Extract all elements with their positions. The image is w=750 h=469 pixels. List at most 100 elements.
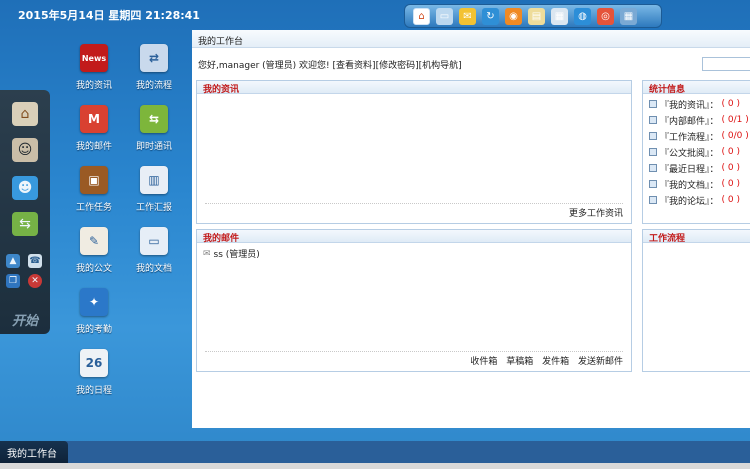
stat-row[interactable]: 『内部邮件』：( 0/1 ) [643,112,750,128]
top-bar: 2015年5月14日 星期四 21:28:41 ⌂ ▭ ✉ ↻ ◉ ▤ ▦ ◍ ◎ ▦ [0,0,750,30]
stat-label: 『工作流程』： [660,132,719,143]
stat-row[interactable]: 『最近日程』：( 0 ) [643,160,750,176]
start-button[interactable]: 开始 [12,310,38,329]
desktop-icon-my-news[interactable]: News 我的资讯 [64,44,124,91]
stat-value: ( 0 ) [721,99,740,109]
stats-panel: 统计信息 『我的资讯』：( 0 ) 『内部邮件』：( 0/1 ) 『工作流程』：( … [642,80,750,224]
drafts-link[interactable]: 草稿箱 [506,357,533,367]
view-profile-link[interactable]: [查看资料] [333,61,376,71]
stat-label: 『我的资讯』： [660,100,719,111]
task-button-workbench[interactable]: 我的工作台 [0,441,68,463]
my-files-icon: ▭ [140,227,168,255]
globe-icon[interactable]: ◍ [574,7,591,25]
stat-icon [649,196,657,204]
status-bar [0,463,750,469]
workbench-window: 我的工作台 您好,manager (管理员) 欢迎您! [查看资料][修改密码]… [192,30,750,428]
refresh-icon[interactable]: ↻ [482,7,499,25]
stat-label: 『最近日程』： [660,164,719,175]
calendar-icon[interactable]: ▦ [551,7,568,25]
my-schedule-icon: 26 [80,349,108,377]
stat-label: 『公文批阅』： [660,148,719,159]
my-news-icon: News [80,44,108,72]
desktop-icon-label: 我的资讯 [75,81,112,91]
stat-value: ( 0/0 ) [721,131,749,141]
stat-row[interactable]: 『我的论坛』：( 0 ) [643,192,750,208]
mail-item-text: ss (管理员) [213,250,260,260]
home-icon[interactable]: ⌂ [413,7,430,25]
mail-panel-title: 我的邮件 [197,230,631,244]
desktop-icon-my-files[interactable]: ▭ 我的文档 [124,227,184,274]
desktop-icon-instant-message[interactable]: ⇆ 即时通讯 [124,105,184,152]
my-mail-icon: M [80,105,108,133]
more-news-link[interactable]: 更多工作资讯 [569,209,623,219]
taskbar: 我的工作台 [0,441,750,463]
stat-icon [649,164,657,172]
stat-value: ( 0 ) [721,147,740,157]
stat-icon [649,132,657,140]
stat-icon [649,100,657,108]
mail-icon[interactable]: ✉ [459,7,476,25]
desktop-icon-label: 我的文档 [135,264,172,274]
work-tasks-icon: ▣ [80,166,108,194]
desktop-icon-label: 我的邮件 [75,142,112,152]
stat-row[interactable]: 『我的文档』：( 0 ) [643,176,750,192]
my-workflow-icon: ⇄ [140,44,168,72]
instant-message-icon: ⇆ [140,105,168,133]
stat-row[interactable]: 『我的资讯』：( 0 ) [643,96,750,112]
desktop-icon-my-documents[interactable]: ✎ 我的公文 [64,227,124,274]
user-avatar-icon[interactable]: ☺ [12,138,38,162]
desktop-icon-my-workflow[interactable]: ⇄ 我的流程 [124,44,184,91]
list-item[interactable]: ✉ ss (管理员) [197,243,631,264]
stats-panel-title: 统计信息 [643,81,750,95]
news-panel-title: 我的资讯 [197,81,631,95]
search-input[interactable] [702,57,750,71]
stat-row[interactable]: 『公文批阅』：( 0 ) [643,144,750,160]
close-icon[interactable]: ✕ [28,274,42,288]
rss-icon[interactable]: ◉ [505,7,522,25]
image-icon[interactable]: ▲ [6,254,20,268]
window-title: 我的工作台 [192,30,750,48]
inbox-link[interactable]: 收件箱 [470,357,497,367]
stat-value: ( 0 ) [721,195,740,205]
news-panel-footer: 更多工作资讯 [205,203,623,219]
mail-panel: 我的邮件 ✉ ss (管理员) 收件箱 草稿箱 发件箱 发送新邮件 [196,229,632,372]
mail-panel-footer: 收件箱 草稿箱 发件箱 发送新邮件 [205,351,623,367]
window-switch-icon[interactable]: ❐ [6,274,20,288]
chat-icon[interactable]: ⇆ [12,212,38,236]
datetime-display: 2015年5月14日 星期四 21:28:41 [18,9,200,22]
notepad-icon[interactable]: ▤ [528,7,545,25]
org-navigation-link[interactable]: [机构导航] [419,61,462,71]
contacts-icon[interactable]: ☻ [12,176,38,200]
desktop-icon-work-tasks[interactable]: ▣ 工作任务 [64,166,124,213]
desktop-icon-label: 我的考勤 [75,325,112,335]
window-icon[interactable]: ▭ [436,7,453,25]
desktop-icon-my-attendance[interactable]: ✦ 我的考勤 [64,288,124,335]
workflow-panel: 工作流程 [642,229,750,372]
stat-label: 『我的论坛』： [660,196,719,207]
desktop-icon-work-report[interactable]: ▥ 工作汇报 [124,166,184,213]
phone-icon[interactable]: ☎ [28,254,42,268]
sent-link[interactable]: 发件箱 [542,357,569,367]
stat-value: ( 0 ) [721,163,740,173]
desktop-icon-my-mail[interactable]: M 我的邮件 [64,105,124,152]
left-dock: ⌂ ☺ ☻ ⇆ ▲ ☎ ❐ ✕ 开始 [0,90,50,334]
desktop-icon-label: 即时通讯 [135,142,172,152]
home-icon[interactable]: ⌂ [12,102,38,126]
stat-value: ( 0 ) [721,179,740,189]
stat-row[interactable]: 『工作流程』：( 0/0 ) [643,128,750,144]
compose-mail-link[interactable]: 发送新邮件 [578,357,623,367]
stat-value: ( 0/1 ) [721,115,749,125]
desktop-icon-label: 我的公文 [75,264,112,274]
stat-icon [649,148,657,156]
my-documents-icon: ✎ [80,227,108,255]
desktop-icon-label: 我的流程 [135,81,172,91]
change-password-link[interactable]: [修改密码] [376,61,419,71]
grid-icon[interactable]: ▦ [620,7,637,25]
workflow-panel-title: 工作流程 [643,230,750,244]
quick-launch-toolbar: ⌂ ▭ ✉ ↻ ◉ ▤ ▦ ◍ ◎ ▦ [404,4,662,28]
greeting-text: 您好,manager (管理员) 欢迎您! [198,61,330,71]
desktop-icon-my-schedule[interactable]: 26 我的日程 [64,349,124,396]
stat-icon [649,116,657,124]
lifebuoy-icon[interactable]: ◎ [597,7,614,25]
envelope-icon: ✉ [203,248,211,259]
